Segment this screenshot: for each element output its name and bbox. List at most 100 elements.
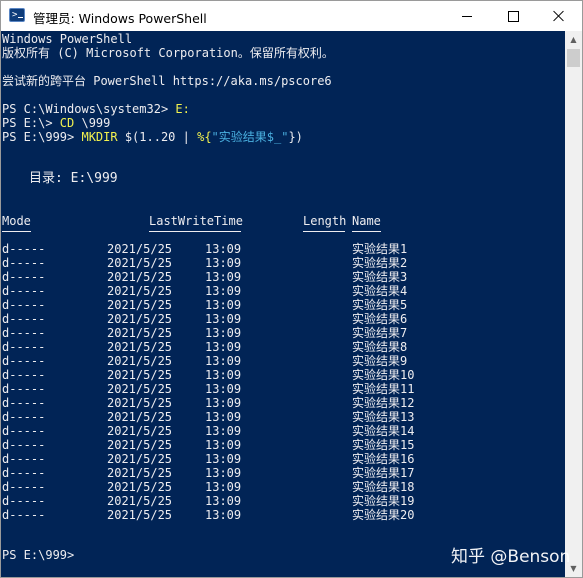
powershell-window: > 管理员: Windows PowerShell Windows PowerS… — [0, 0, 583, 578]
directory-label: 目录: E:\999 — [29, 171, 118, 186]
watermark: 知乎 @Benson — [451, 547, 571, 567]
minimize-icon — [462, 15, 472, 17]
row-date: 2021/5/25 — [107, 466, 173, 480]
maximize-button[interactable] — [490, 1, 536, 31]
row-mode: d----- — [2, 438, 46, 452]
command-line: PS C:\Windows\system32> E: — [2, 102, 190, 116]
row-time: 13:09 — [205, 480, 242, 494]
row-date: 2021/5/25 — [107, 368, 173, 382]
row-date: 2021/5/25 — [107, 354, 173, 368]
row-date: 2021/5/25 — [107, 508, 173, 522]
row-name: 实验结果10 — [352, 368, 415, 382]
row-mode: d----- — [2, 368, 46, 382]
row-mode: d----- — [2, 382, 46, 396]
row-date: 2021/5/25 — [107, 494, 173, 508]
row-name: 实验结果14 — [352, 424, 415, 438]
row-time: 13:09 — [205, 284, 242, 298]
row-name: 实验结果6 — [352, 312, 408, 326]
command-line: PS E:\999> MKDIR $(1..20 | %{"实验结果$_"}) — [2, 130, 303, 144]
row-date: 2021/5/25 — [107, 242, 173, 256]
row-time: 13:09 — [205, 298, 242, 312]
row-mode: d----- — [2, 494, 46, 508]
row-mode: d----- — [2, 242, 46, 256]
row-time: 13:09 — [205, 424, 242, 438]
row-name: 实验结果8 — [352, 340, 408, 354]
command-token: }) — [288, 130, 303, 144]
command-token: CD — [59, 116, 75, 130]
row-time: 13:09 — [205, 452, 242, 466]
header-length: Length — [303, 214, 347, 228]
row-time: 13:09 — [205, 270, 242, 284]
final-prompt: PS E:\999> — [2, 548, 75, 562]
row-mode: d----- — [2, 326, 46, 340]
row-name: 实验结果2 — [352, 256, 408, 270]
row-date: 2021/5/25 — [107, 396, 173, 410]
header-lastwritetime: LastWriteTime — [149, 214, 243, 228]
row-name: 实验结果15 — [352, 438, 415, 452]
row-mode: d----- — [2, 340, 46, 354]
prompt-text: PS E:\999> — [2, 130, 82, 144]
vertical-scrollbar[interactable]: ▲ ▼ — [565, 31, 582, 577]
row-date: 2021/5/25 — [107, 438, 173, 452]
row-time: 13:09 — [205, 508, 242, 522]
row-date: 2021/5/25 — [107, 410, 173, 424]
row-name: 实验结果12 — [352, 396, 415, 410]
row-mode: d----- — [2, 284, 46, 298]
row-time: 13:09 — [205, 368, 242, 382]
row-name: 实验结果19 — [352, 494, 415, 508]
title-bar[interactable]: > 管理员: Windows PowerShell — [1, 1, 582, 31]
row-time: 13:09 — [205, 438, 242, 452]
close-icon — [553, 10, 565, 22]
row-time: 13:09 — [205, 382, 242, 396]
row-time: 13:09 — [205, 340, 242, 354]
row-date: 2021/5/25 — [107, 270, 173, 284]
row-time: 13:09 — [205, 312, 242, 326]
row-mode: d----- — [2, 508, 46, 522]
row-time: 13:09 — [205, 466, 242, 480]
row-date: 2021/5/25 — [107, 452, 173, 466]
row-name: 实验结果13 — [352, 410, 415, 424]
header-underline — [149, 231, 241, 232]
command-token: "实验结果$_" — [211, 130, 289, 144]
row-date: 2021/5/25 — [107, 312, 173, 326]
row-time: 13:09 — [205, 396, 242, 410]
close-button[interactable] — [536, 1, 582, 31]
row-mode: d----- — [2, 466, 46, 480]
row-name: 实验结果20 — [352, 508, 415, 522]
minimize-button[interactable] — [444, 1, 490, 31]
row-name: 实验结果7 — [352, 326, 408, 340]
window-title: 管理员: Windows PowerShell — [33, 11, 207, 26]
row-mode: d----- — [2, 480, 46, 494]
row-mode: d----- — [2, 410, 46, 424]
console-output[interactable]: Windows PowerShell 版权所有 (C) Microsoft Co… — [1, 31, 565, 577]
banner-line: Windows PowerShell — [2, 32, 133, 46]
command-token: $(1..20 | — [117, 130, 198, 144]
row-time: 13:09 — [205, 354, 242, 368]
row-mode: d----- — [2, 298, 46, 312]
row-date: 2021/5/25 — [107, 326, 173, 340]
scroll-up-arrow-icon[interactable]: ▲ — [565, 31, 582, 48]
row-mode: d----- — [2, 312, 46, 326]
scrollbar-thumb[interactable] — [567, 49, 580, 67]
row-name: 实验结果9 — [352, 354, 408, 368]
command-token: \999 — [74, 116, 111, 130]
row-date: 2021/5/25 — [107, 256, 173, 270]
row-mode: d----- — [2, 270, 46, 284]
row-name: 实验结果18 — [352, 480, 415, 494]
prompt-text: PS E:\> — [2, 116, 60, 130]
pscore-hint: 尝试新的跨平台 PowerShell https://aka.ms/pscore… — [2, 74, 332, 88]
header-underline — [303, 231, 345, 232]
row-time: 13:09 — [205, 242, 242, 256]
header-underline — [352, 231, 381, 232]
row-date: 2021/5/25 — [107, 382, 173, 396]
row-time: 13:09 — [205, 256, 242, 270]
row-name: 实验结果5 — [352, 298, 408, 312]
command-token: %{ — [197, 130, 212, 144]
row-name: 实验结果3 — [352, 270, 408, 284]
copyright-line: 版权所有 (C) Microsoft Corporation。保留所有权利。 — [2, 46, 334, 60]
row-date: 2021/5/25 — [107, 298, 173, 312]
row-name: 实验结果11 — [352, 382, 415, 396]
maximize-icon — [507, 10, 519, 22]
row-time: 13:09 — [205, 326, 242, 340]
command-line: PS E:\> CD \999 — [2, 116, 110, 130]
